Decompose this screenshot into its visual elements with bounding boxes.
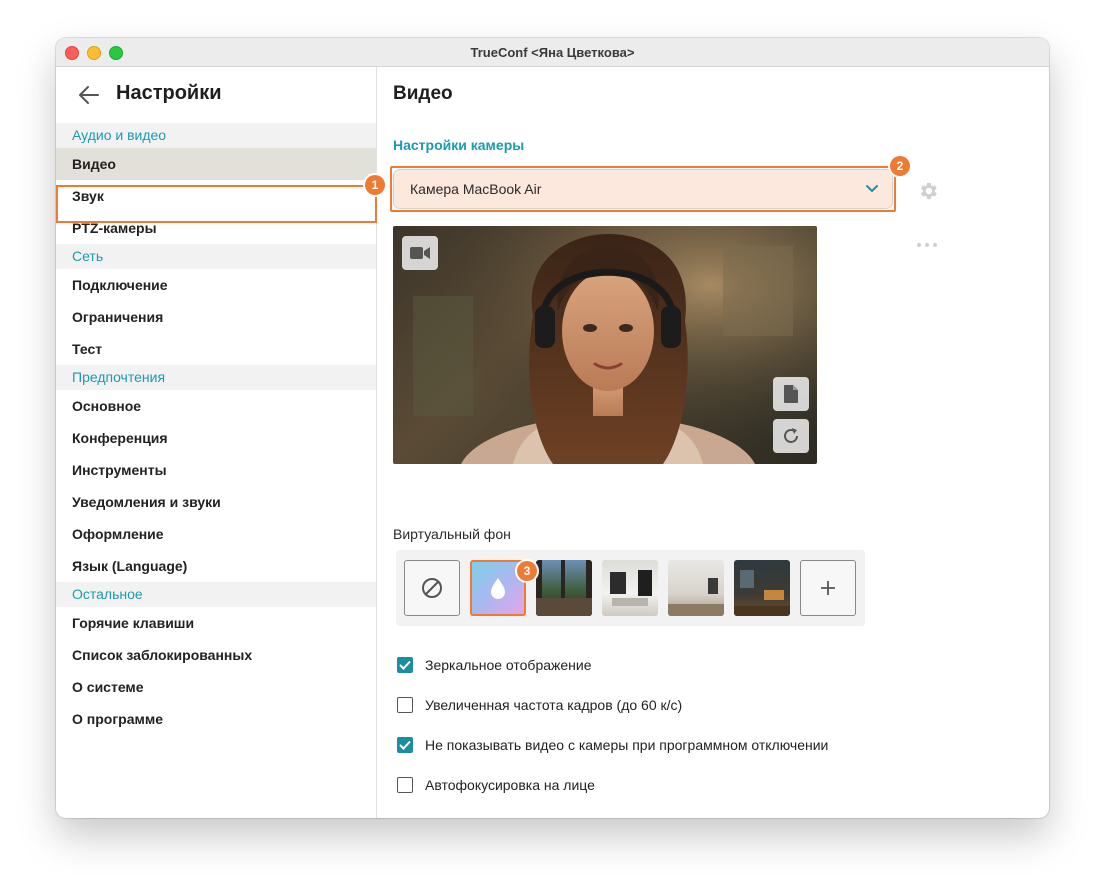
minimize-window-button[interactable] xyxy=(87,46,101,60)
background-thumb-balcony xyxy=(536,560,592,616)
sidebar-item-about[interactable]: О программе xyxy=(56,703,376,735)
camera-settings-label: Настройки камеры xyxy=(393,137,525,153)
face-autofocus-checkbox[interactable] xyxy=(397,777,413,793)
checkmark-icon xyxy=(399,660,411,670)
checkbox-row-high-fps[interactable]: Увеличенная частота кадров (до 60 к/с) xyxy=(397,695,682,715)
maximize-window-button[interactable] xyxy=(109,46,123,60)
file-icon xyxy=(784,385,798,403)
high-fps-checkbox[interactable] xyxy=(397,697,413,713)
none-icon xyxy=(422,578,442,598)
camera-preview xyxy=(393,226,817,464)
sidebar-item-conference[interactable]: Конференция xyxy=(56,422,376,454)
rotate-button[interactable] xyxy=(773,419,809,453)
sidebar-section-preferences: Предпочтения xyxy=(56,365,376,390)
sidebar-title: Настройки xyxy=(116,82,222,104)
background-thumb-living-room xyxy=(610,570,652,606)
sidebar-header: Настройки xyxy=(56,67,376,122)
callout-badge-2: 2 xyxy=(890,156,910,176)
rotate-icon xyxy=(784,428,798,443)
camera-toggle-button[interactable] xyxy=(402,236,438,270)
checkbox-row-mirror[interactable]: Зеркальное отображение xyxy=(397,655,592,675)
background-thumb-dark-room xyxy=(734,570,790,616)
callout-badge-3: 3 xyxy=(517,561,537,581)
sidebar-item-connection[interactable]: Подключение xyxy=(56,269,376,301)
checkbox-row-hide-video[interactable]: Не показывать видео с камеры при програм… xyxy=(397,735,828,755)
high-fps-label: Увеличенная частота кадров (до 60 к/с) xyxy=(425,697,683,713)
sidebar-item-test[interactable]: Тест xyxy=(56,333,376,365)
background-tile-balcony[interactable] xyxy=(536,560,592,616)
sidebar-item-general[interactable]: Основное xyxy=(56,390,376,422)
background-tile-dark-room[interactable] xyxy=(734,560,790,616)
sidebar-section-audio-video: Аудио и видео xyxy=(56,123,376,148)
sidebar-item-blocked-list[interactable]: Список заблокированных xyxy=(56,639,376,671)
background-tile-minimal-room[interactable] xyxy=(668,560,724,616)
camera-icon xyxy=(410,247,430,259)
hide-video-checkbox[interactable] xyxy=(397,737,413,753)
virtual-background-strip xyxy=(396,550,865,626)
sidebar-item-language[interactable]: Язык (Language) xyxy=(56,550,376,582)
virtual-background-label: Виртуальный фон xyxy=(393,526,511,542)
sidebar-item-video[interactable]: Видео xyxy=(56,148,376,180)
back-arrow-icon[interactable] xyxy=(78,85,100,105)
sidebar-item-sound[interactable]: Звук xyxy=(56,180,376,212)
window-title: TrueConf <Яна Цветкова> xyxy=(470,44,635,60)
sidebar-section-other: Остальное xyxy=(56,582,376,607)
camera-select-value: Камера MacBook Air xyxy=(410,181,542,197)
more-dots-icon[interactable] xyxy=(915,241,939,249)
page-title: Видео xyxy=(393,83,453,104)
sidebar-item-hotkeys[interactable]: Горячие клавиши xyxy=(56,607,376,639)
sidebar-section-network: Сеть xyxy=(56,244,376,269)
mirror-label: Зеркальное отображение xyxy=(425,657,592,673)
chevron-down-icon xyxy=(866,185,878,193)
app-window: TrueConf <Яна Цветкова> Настройки Аудио … xyxy=(56,38,1049,818)
sidebar-item-tools[interactable]: Инструменты xyxy=(56,454,376,486)
background-tile-living-room[interactable] xyxy=(602,560,658,616)
mirror-checkbox[interactable] xyxy=(397,657,413,673)
main-content: Видео Настройки камеры Камера MacBook Ai… xyxy=(377,67,1049,818)
settings-sidebar: Настройки Аудио и видео Видео Звук PTZ-к… xyxy=(56,67,385,818)
close-window-button[interactable] xyxy=(65,46,79,60)
sidebar-item-system[interactable]: О системе xyxy=(56,671,376,703)
camera-select[interactable]: Камера MacBook Air xyxy=(393,169,893,209)
sidebar-item-notifications[interactable]: Уведомления и звуки xyxy=(56,486,376,518)
face-autofocus-label: Автофокусировка на лице xyxy=(425,777,595,793)
background-thumb-minimal-room xyxy=(668,578,724,616)
sidebar-item-appearance[interactable]: Оформление xyxy=(56,518,376,550)
checkmark-icon xyxy=(399,740,411,750)
no-background-button[interactable] xyxy=(404,560,460,616)
checkbox-row-face-autofocus[interactable]: Автофокусировка на лице xyxy=(397,775,595,795)
window-controls xyxy=(65,46,123,60)
sidebar-nav: Аудио и видео Видео Звук PTZ-камеры Сеть… xyxy=(56,123,376,735)
gear-icon[interactable] xyxy=(917,180,939,202)
add-background-button[interactable] xyxy=(800,560,856,616)
sidebar-item-limits[interactable]: Ограничения xyxy=(56,301,376,333)
title-bar: TrueConf <Яна Цветкова> xyxy=(56,38,1049,67)
plus-icon xyxy=(821,581,835,595)
save-snapshot-button[interactable] xyxy=(773,377,809,411)
camera-preview-image xyxy=(393,226,817,464)
hide-video-label: Не показывать видео с камеры при програм… xyxy=(425,737,829,753)
sidebar-item-ptz-cameras[interactable]: PTZ-камеры xyxy=(56,212,376,244)
